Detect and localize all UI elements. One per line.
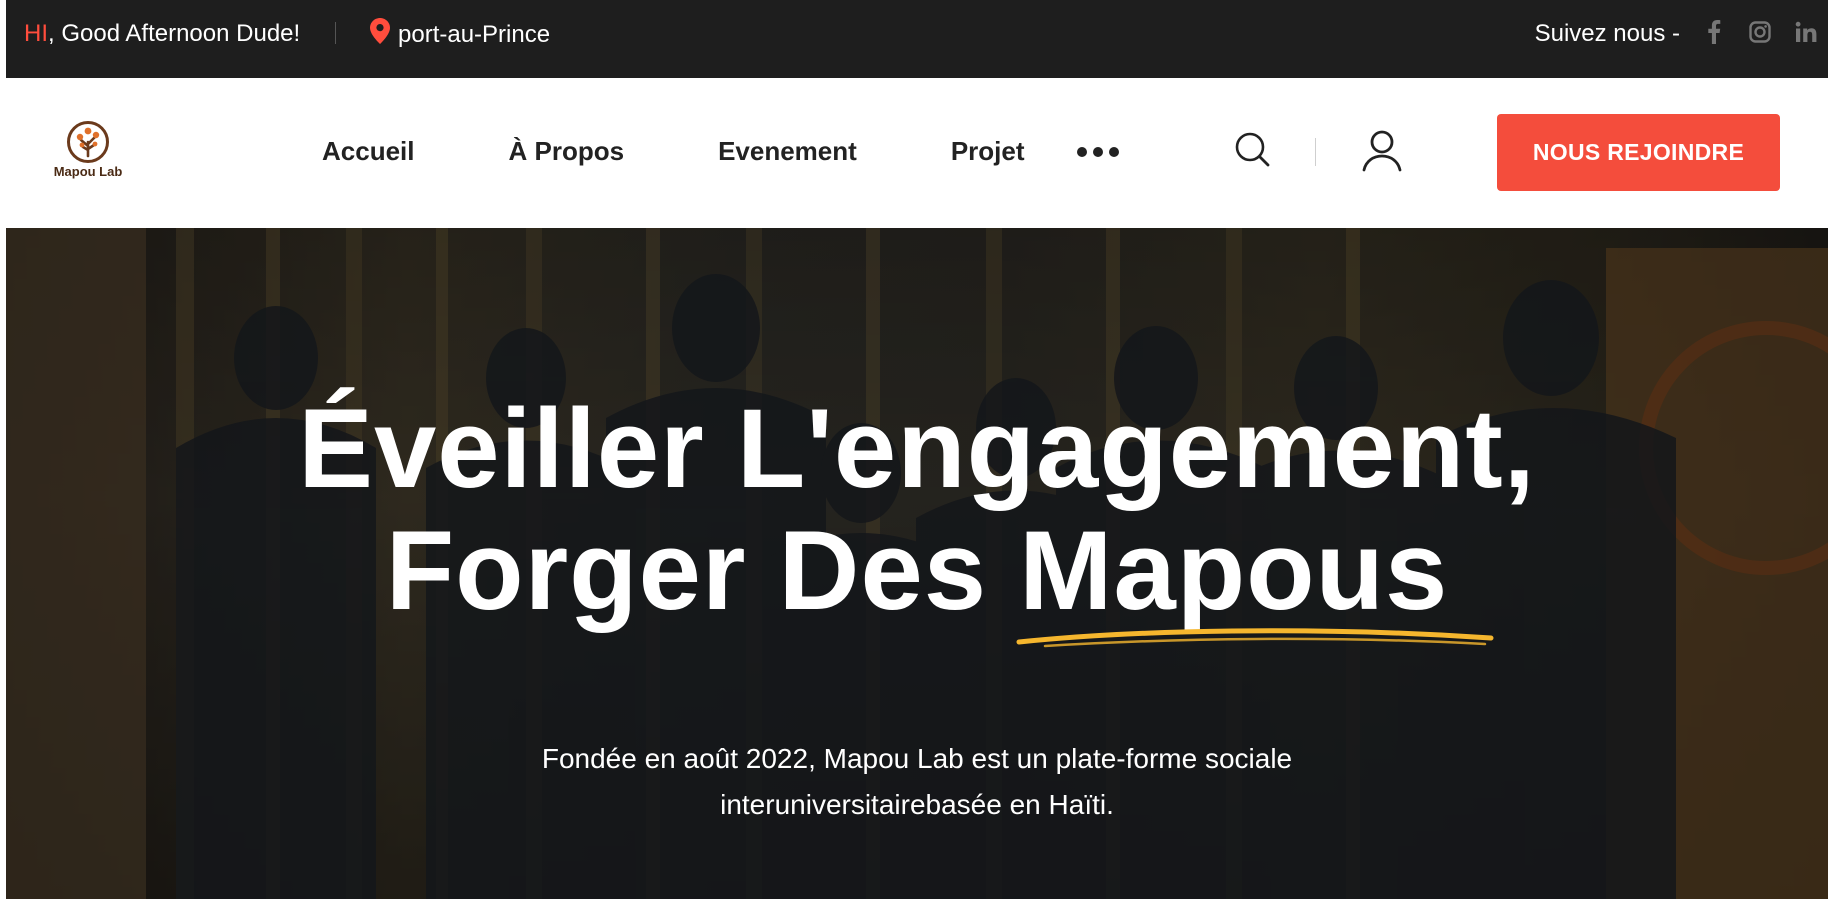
hero-title-line-2: Forger Des Mapous [6, 508, 1828, 648]
location: port-au-Prince [370, 18, 550, 51]
hero-subtitle-line-2: interuniversitairebasée en Haïti. [720, 789, 1114, 820]
hero-title: Éveiller L'engagement, Forger Des Mapous [6, 386, 1828, 648]
greeting-hi: HI [24, 20, 48, 47]
logo-text: Mapou Lab [53, 164, 123, 179]
greeting: HI, Good Afternoon Dude! [24, 20, 300, 48]
nav-item-projet[interactable]: Projet [951, 136, 1025, 167]
tree-logo-icon [67, 121, 109, 163]
social-links [1702, 20, 1818, 44]
nav-item-a-propos[interactable]: À Propos [509, 136, 625, 167]
user-account-icon[interactable] [1358, 126, 1406, 174]
hero-title-line-1: Éveiller L'engagement, [298, 386, 1536, 511]
hero-subtitle: Fondée en août 2022, Mapou Lab est un pl… [6, 736, 1828, 828]
hero-title-highlight: Mapous [1016, 508, 1494, 648]
header-divider [1315, 138, 1316, 166]
more-menu-icon[interactable] [1076, 146, 1119, 157]
instagram-icon[interactable] [1748, 20, 1772, 44]
hero-title-highlight-text: Mapous [1019, 508, 1449, 633]
hero-title-prefix: Forger Des [385, 508, 1020, 633]
follow-label: Suivez nous - [1534, 20, 1680, 47]
location-text: port-au-Prince [398, 20, 551, 48]
nav-item-accueil[interactable]: Accueil [322, 136, 415, 167]
mapou-lab-logo[interactable]: Mapou Lab [44, 120, 132, 186]
facebook-icon[interactable] [1702, 20, 1726, 44]
main-nav: Accueil À Propos Evenement Projet [322, 136, 1119, 167]
nav-item-evenement[interactable]: Evenement [718, 136, 857, 167]
hero-subtitle-line-1: Fondée en août 2022, Mapou Lab est un pl… [541, 743, 1293, 774]
main-header: Mapou Lab Accueil À Propos Evenement Pro… [6, 78, 1828, 228]
join-button[interactable]: NOUS REJOINDRE [1497, 114, 1780, 191]
underline-swoosh-icon [1016, 628, 1494, 648]
hero-section: Éveiller L'engagement, Forger Des Mapous… [6, 228, 1828, 899]
greeting-text: , Good Afternoon Dude! [48, 20, 301, 47]
map-pin-icon [370, 18, 390, 51]
top-bar: HI, Good Afternoon Dude! port-au-Prince … [6, 0, 1828, 78]
linkedin-icon[interactable] [1794, 20, 1818, 44]
topbar-divider [335, 22, 336, 44]
search-icon[interactable] [1233, 130, 1273, 170]
page: HI, Good Afternoon Dude! port-au-Prince … [6, 0, 1828, 899]
